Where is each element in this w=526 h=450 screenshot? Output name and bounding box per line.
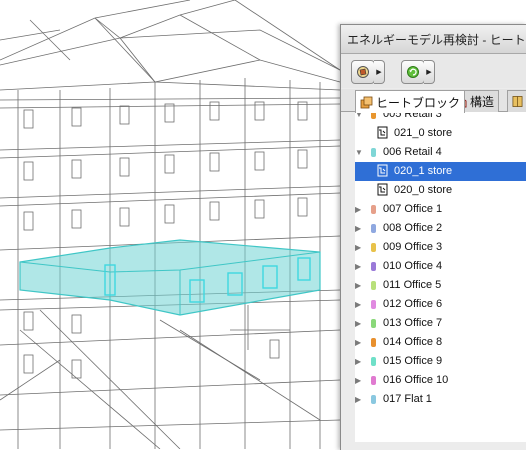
tree-group-label: 007 Office 1 — [383, 203, 443, 215]
model-view-button[interactable] — [351, 60, 375, 84]
block-color-swatch — [371, 112, 376, 119]
block-color-swatch — [371, 148, 376, 157]
refresh-button[interactable] — [401, 60, 425, 84]
zone-document-icon — [377, 183, 388, 196]
block-color-swatch — [371, 319, 376, 328]
tree-group-row[interactable]: ▶ 013 Office 7 — [355, 314, 526, 333]
collapse-triangle-icon[interactable]: ▼ — [355, 148, 363, 157]
tree-child-row[interactable]: 020_0 store — [355, 181, 526, 200]
expand-triangle-icon[interactable]: ▶ — [355, 319, 361, 328]
block-color-swatch — [371, 338, 376, 347]
tree-child-label: 020_0 store — [394, 184, 453, 196]
tree-group-label: 005 Retail 3 — [383, 112, 442, 120]
panel-tabs: ヒートブロック 構造 — [341, 89, 526, 113]
heatblock-icon — [360, 96, 373, 108]
tree-group-label: 013 Office 7 — [383, 317, 443, 329]
expand-triangle-icon[interactable]: ▶ — [355, 224, 361, 233]
expand-triangle-icon[interactable]: ▶ — [355, 281, 361, 290]
model-view-dropdown[interactable]: ▶ — [374, 60, 385, 84]
block-color-swatch — [371, 281, 376, 290]
expand-triangle-icon[interactable]: ▶ — [355, 300, 361, 309]
tree-child-label: 021_0 store — [394, 127, 453, 139]
tree-group-label: 011 Office 5 — [383, 279, 442, 291]
tree-group-row[interactable]: ▶ 010 Office 4 — [355, 257, 526, 276]
tree-group-label: 010 Office 4 — [383, 260, 443, 272]
tab-structure-label: 構造 — [470, 95, 495, 109]
tree-group-row[interactable]: ▶ 011 Office 5 — [355, 276, 526, 295]
tab-heat-block-label: ヒートブロック — [376, 95, 461, 110]
tree-group-label: 009 Office 3 — [383, 241, 443, 253]
tree-group-row[interactable]: ▶ 008 Office 2 — [355, 219, 526, 238]
tree-group-row[interactable]: ▼ 006 Retail 4 — [355, 143, 526, 162]
heat-block-tree: ▼ 005 Retail 3 021_0 store ▼ 006 Retail 4 020… — [355, 112, 526, 442]
panel-title: エネルギーモデル再検討 - ヒート — [347, 33, 526, 47]
zone-document-icon — [377, 126, 388, 139]
tree-group-label: 017 Flat 1 — [383, 393, 432, 405]
expand-triangle-icon[interactable]: ▶ — [355, 262, 361, 271]
zone-document-icon — [377, 164, 388, 177]
block-color-swatch — [371, 224, 376, 233]
block-color-swatch — [371, 357, 376, 366]
tree-child-label: 020_1 store — [394, 165, 453, 177]
block-color-swatch — [371, 395, 376, 404]
tree-group-label: 016 Office 10 — [383, 374, 449, 386]
block-color-swatch — [371, 376, 376, 385]
collapse-triangle-icon[interactable]: ▼ — [355, 112, 363, 119]
tree-group-row[interactable]: ▶ 015 Office 9 — [355, 352, 526, 371]
tree-group-row[interactable]: ▶ 012 Office 6 — [355, 295, 526, 314]
expand-triangle-icon[interactable]: ▶ — [355, 205, 361, 214]
tree-group-row[interactable]: ▶ 007 Office 1 — [355, 200, 526, 219]
tree-group-row[interactable]: ▶ 016 Office 10 — [355, 371, 526, 390]
expand-triangle-icon[interactable]: ▶ — [355, 243, 361, 252]
panel-toolbar: ▶ ▶ — [341, 54, 526, 88]
expand-triangle-icon[interactable]: ▶ — [355, 395, 361, 404]
tree-group-label: 012 Office 6 — [383, 298, 443, 310]
tree-group-label: 008 Office 2 — [383, 222, 443, 234]
tree-group-row[interactable]: ▼ 005 Retail 3 — [355, 112, 526, 124]
block-color-swatch — [371, 300, 376, 309]
block-color-swatch — [371, 262, 376, 271]
tree-group-row[interactable]: ▶ 014 Office 8 — [355, 333, 526, 352]
expand-triangle-icon[interactable]: ▶ — [355, 338, 361, 347]
tab-heat-block[interactable]: ヒートブロック — [355, 90, 466, 113]
refresh-dropdown[interactable]: ▶ — [424, 60, 435, 84]
refresh-icon — [407, 66, 419, 78]
tree-group-label: 015 Office 9 — [383, 355, 443, 367]
openings-icon — [512, 96, 523, 107]
block-color-swatch — [371, 205, 376, 214]
tree-child-row[interactable]: 021_0 store — [355, 124, 526, 143]
tree-group-label: 006 Retail 4 — [383, 146, 442, 158]
tree-group-row[interactable]: ▶ 009 Office 3 — [355, 238, 526, 257]
panel-titlebar[interactable]: エネルギーモデル再検討 - ヒート — [341, 25, 526, 54]
tree-group-row[interactable]: ▶ 017 Flat 1 — [355, 390, 526, 409]
tab-openings[interactable] — [507, 90, 526, 112]
tree-group-label: 014 Office 8 — [383, 336, 443, 348]
expand-triangle-icon[interactable]: ▶ — [355, 376, 361, 385]
heat-block-panel: エネルギーモデル再検討 - ヒート ▶ ▶ ヒートブロック 構造 ▼ 005 R… — [340, 24, 526, 450]
expand-triangle-icon[interactable]: ▶ — [355, 357, 361, 366]
tree-child-row[interactable]: 020_1 store — [355, 162, 526, 181]
block-color-swatch — [371, 243, 376, 252]
model-view-icon — [357, 66, 369, 78]
